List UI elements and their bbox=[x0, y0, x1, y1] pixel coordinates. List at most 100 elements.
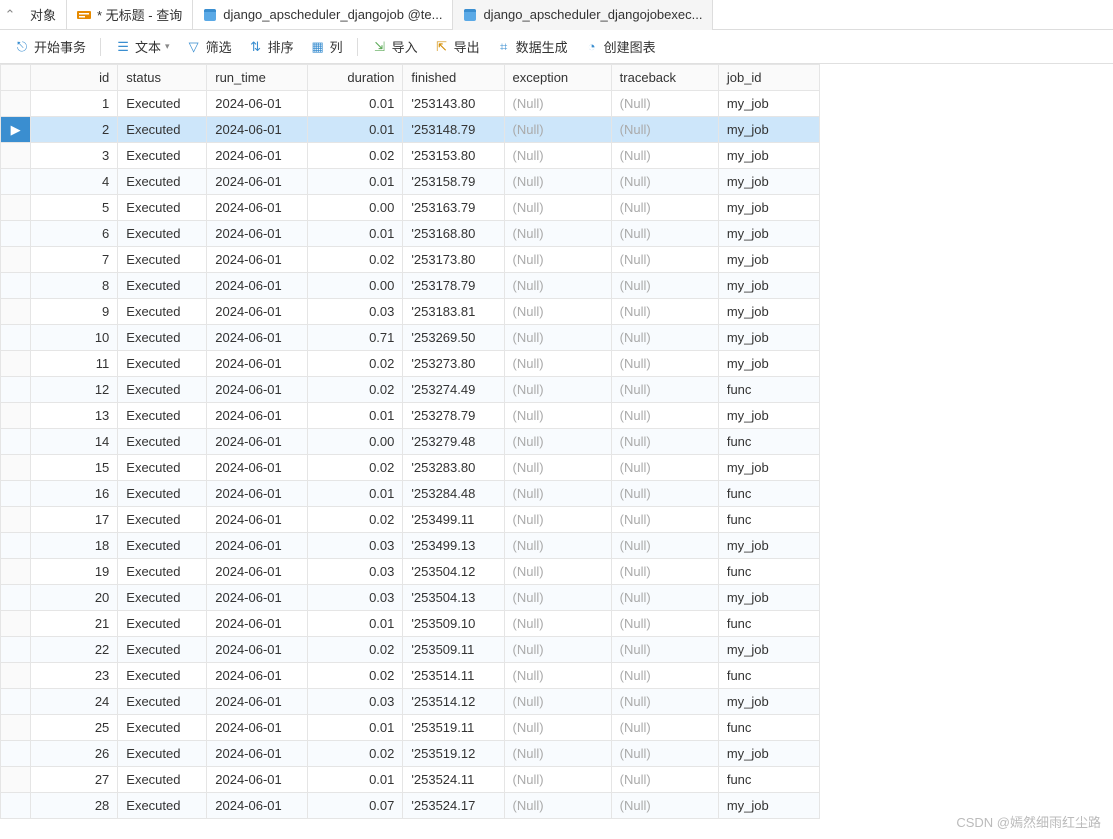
table-cell[interactable]: 2024-06-01 bbox=[207, 195, 308, 221]
tab-query[interactable]: * 无标题 - 查询 bbox=[67, 0, 193, 30]
col-header-id[interactable]: id bbox=[31, 65, 118, 91]
table-cell[interactable]: (Null) bbox=[504, 117, 611, 143]
row-gutter[interactable] bbox=[1, 767, 31, 793]
table-cell[interactable]: 0.00 bbox=[308, 273, 403, 299]
table-cell[interactable]: (Null) bbox=[504, 741, 611, 767]
table-cell[interactable]: Executed bbox=[118, 325, 207, 351]
table-cell[interactable]: my_job bbox=[718, 195, 819, 221]
create-chart-button[interactable]: ◔ 创建图表 bbox=[578, 34, 662, 59]
table-cell[interactable]: 10 bbox=[31, 325, 118, 351]
table-cell[interactable]: '253273.80 bbox=[403, 351, 504, 377]
row-gutter[interactable] bbox=[1, 299, 31, 325]
table-cell[interactable]: 2024-06-01 bbox=[207, 741, 308, 767]
table-cell[interactable]: my_job bbox=[718, 273, 819, 299]
table-cell[interactable]: 0.01 bbox=[308, 91, 403, 117]
table-cell[interactable]: 2024-06-01 bbox=[207, 273, 308, 299]
table-cell[interactable]: 16 bbox=[31, 481, 118, 507]
table-cell[interactable]: func bbox=[718, 611, 819, 637]
table-cell[interactable]: (Null) bbox=[611, 507, 718, 533]
table-cell[interactable]: func bbox=[718, 429, 819, 455]
table-cell[interactable]: (Null) bbox=[611, 143, 718, 169]
table-row[interactable]: 3Executed2024-06-010.02'253153.80(Null)(… bbox=[1, 143, 820, 169]
table-row[interactable]: 12Executed2024-06-010.02'253274.49(Null)… bbox=[1, 377, 820, 403]
table-cell[interactable]: 0.02 bbox=[308, 741, 403, 767]
table-cell[interactable]: Executed bbox=[118, 429, 207, 455]
table-cell[interactable]: 2024-06-01 bbox=[207, 143, 308, 169]
row-gutter[interactable]: ▶ bbox=[1, 117, 31, 143]
table-cell[interactable]: '253153.80 bbox=[403, 143, 504, 169]
row-gutter[interactable] bbox=[1, 143, 31, 169]
table-cell[interactable]: my_job bbox=[718, 247, 819, 273]
table-cell[interactable]: 3 bbox=[31, 143, 118, 169]
table-cell[interactable]: (Null) bbox=[611, 637, 718, 663]
tab-djangojobexec[interactable]: django_apscheduler_djangojobexec... bbox=[453, 0, 713, 30]
table-cell[interactable]: 2024-06-01 bbox=[207, 221, 308, 247]
table-cell[interactable]: 0.03 bbox=[308, 585, 403, 611]
table-row[interactable]: ▶2Executed2024-06-010.01'253148.79(Null)… bbox=[1, 117, 820, 143]
table-cell[interactable]: my_job bbox=[718, 637, 819, 663]
row-gutter[interactable] bbox=[1, 91, 31, 117]
row-gutter[interactable] bbox=[1, 377, 31, 403]
table-cell[interactable]: (Null) bbox=[611, 195, 718, 221]
row-gutter[interactable] bbox=[1, 533, 31, 559]
table-row[interactable]: 7Executed2024-06-010.02'253173.80(Null)(… bbox=[1, 247, 820, 273]
table-cell[interactable]: 0.02 bbox=[308, 377, 403, 403]
table-cell[interactable]: (Null) bbox=[504, 715, 611, 741]
table-cell[interactable]: Executed bbox=[118, 611, 207, 637]
table-cell[interactable]: (Null) bbox=[611, 273, 718, 299]
table-cell[interactable]: (Null) bbox=[611, 117, 718, 143]
table-cell[interactable]: Executed bbox=[118, 403, 207, 429]
table-cell[interactable]: 2024-06-01 bbox=[207, 481, 308, 507]
table-cell[interactable]: 2024-06-01 bbox=[207, 559, 308, 585]
row-gutter[interactable] bbox=[1, 689, 31, 715]
table-cell[interactable]: my_job bbox=[718, 169, 819, 195]
table-cell[interactable]: (Null) bbox=[611, 793, 718, 819]
filter-button[interactable]: ▽ 筛选 bbox=[180, 34, 238, 59]
table-cell[interactable]: 13 bbox=[31, 403, 118, 429]
table-cell[interactable]: 2024-06-01 bbox=[207, 247, 308, 273]
table-cell[interactable]: (Null) bbox=[504, 455, 611, 481]
row-gutter[interactable] bbox=[1, 429, 31, 455]
table-cell[interactable]: my_job bbox=[718, 689, 819, 715]
table-cell[interactable]: 11 bbox=[31, 351, 118, 377]
table-cell[interactable]: Executed bbox=[118, 377, 207, 403]
table-cell[interactable]: (Null) bbox=[611, 585, 718, 611]
table-cell[interactable]: 0.00 bbox=[308, 195, 403, 221]
table-cell[interactable]: '253514.11 bbox=[403, 663, 504, 689]
table-cell[interactable]: '253178.79 bbox=[403, 273, 504, 299]
table-cell[interactable]: my_job bbox=[718, 455, 819, 481]
table-cell[interactable]: (Null) bbox=[504, 299, 611, 325]
table-cell[interactable]: 23 bbox=[31, 663, 118, 689]
table-row[interactable]: 21Executed2024-06-010.01'253509.10(Null)… bbox=[1, 611, 820, 637]
row-gutter[interactable] bbox=[1, 325, 31, 351]
table-cell[interactable]: '253283.80 bbox=[403, 455, 504, 481]
table-cell[interactable]: 9 bbox=[31, 299, 118, 325]
col-header-runtime[interactable]: run_time bbox=[207, 65, 308, 91]
table-cell[interactable]: Executed bbox=[118, 663, 207, 689]
table-cell[interactable]: '253504.13 bbox=[403, 585, 504, 611]
row-gutter[interactable] bbox=[1, 611, 31, 637]
table-row[interactable]: 4Executed2024-06-010.01'253158.79(Null)(… bbox=[1, 169, 820, 195]
table-cell[interactable]: Executed bbox=[118, 793, 207, 819]
table-cell[interactable]: func bbox=[718, 481, 819, 507]
table-cell[interactable]: 6 bbox=[31, 221, 118, 247]
table-cell[interactable]: '253499.11 bbox=[403, 507, 504, 533]
table-cell[interactable]: '253269.50 bbox=[403, 325, 504, 351]
table-cell[interactable]: (Null) bbox=[504, 169, 611, 195]
table-cell[interactable]: 2024-06-01 bbox=[207, 793, 308, 819]
col-header-traceback[interactable]: traceback bbox=[611, 65, 718, 91]
table-cell[interactable]: (Null) bbox=[611, 221, 718, 247]
tabs-caret-icon[interactable]: ⌃ bbox=[0, 7, 20, 23]
table-cell[interactable]: Executed bbox=[118, 767, 207, 793]
table-cell[interactable]: 2024-06-01 bbox=[207, 325, 308, 351]
table-cell[interactable]: (Null) bbox=[504, 351, 611, 377]
table-cell[interactable]: 0.02 bbox=[308, 507, 403, 533]
table-cell[interactable]: Executed bbox=[118, 507, 207, 533]
table-row[interactable]: 26Executed2024-06-010.02'253519.12(Null)… bbox=[1, 741, 820, 767]
table-cell[interactable]: (Null) bbox=[504, 195, 611, 221]
table-cell[interactable]: 27 bbox=[31, 767, 118, 793]
table-cell[interactable]: '253143.80 bbox=[403, 91, 504, 117]
row-gutter[interactable] bbox=[1, 481, 31, 507]
table-cell[interactable]: '253278.79 bbox=[403, 403, 504, 429]
table-cell[interactable]: (Null) bbox=[611, 533, 718, 559]
